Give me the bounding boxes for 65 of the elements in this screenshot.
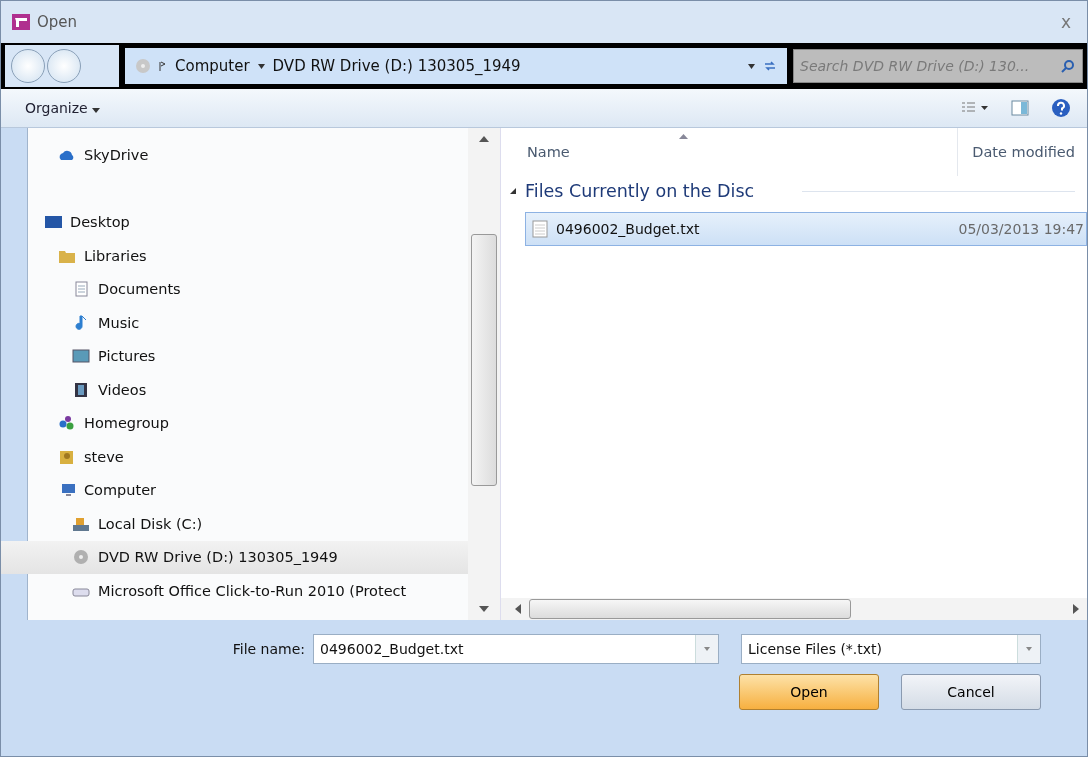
disk-icon — [72, 515, 90, 532]
group-header: Files Currently on the Disc — [525, 181, 755, 201]
breadcrumb[interactable]: Computer — [175, 57, 250, 75]
search-icon — [1061, 59, 1075, 73]
scroll-thumb[interactable] — [471, 234, 497, 486]
window-title: Open — [37, 13, 79, 31]
file-date: 05/03/2013 19:47 — [958, 221, 1085, 237]
app-icon — [11, 13, 31, 31]
nav-item[interactable]: Pictures — [1, 339, 468, 373]
caret-icon — [257, 63, 265, 69]
sort-icon — [679, 134, 688, 139]
nav-item[interactable]: Computer — [1, 473, 468, 507]
picture-icon — [72, 348, 90, 365]
caret-icon — [92, 108, 101, 113]
caret-icon — [1026, 647, 1032, 651]
open-button[interactable]: Open — [739, 674, 879, 710]
nav-item[interactable]: Homegroup — [1, 406, 468, 440]
back-button[interactable] — [11, 49, 45, 83]
collapse-icon[interactable] — [509, 187, 517, 195]
user-icon — [58, 448, 76, 465]
nav-item[interactable]: Desktop — [1, 205, 468, 239]
vertical-scrollbar[interactable] — [468, 128, 500, 620]
breadcrumb[interactable]: DVD RW Drive (D:) 130305_1949 — [272, 57, 521, 75]
homegroup-icon — [58, 415, 76, 432]
horizontal-scrollbar[interactable] — [501, 598, 1087, 620]
nav-item[interactable]: Videos — [1, 373, 468, 407]
scroll-left-icon — [515, 604, 521, 614]
nav-item[interactable]: SkyDrive — [1, 138, 468, 172]
file-name: 0496002_Budget.txt — [556, 221, 701, 237]
file-row[interactable]: 0496002_Budget.txt 05/03/2013 19:47 — [525, 212, 1087, 246]
close-button[interactable]: x — [1054, 11, 1077, 33]
video-icon — [72, 381, 90, 398]
disc-icon — [135, 58, 151, 74]
scroll-right-icon — [1073, 604, 1079, 614]
nav-item[interactable]: Documents — [1, 272, 468, 306]
file-name-label: File name: — [232, 641, 305, 657]
scroll-thumb[interactable] — [529, 599, 851, 619]
scroll-up-icon — [479, 136, 489, 142]
file-type-dropdown[interactable]: License Files (*.txt) — [741, 634, 1041, 664]
chevron-icon — [159, 60, 167, 72]
dvd-icon — [72, 549, 90, 566]
caret-icon — [704, 647, 710, 651]
desktop-icon — [44, 214, 62, 231]
column-header[interactable]: Name — [527, 144, 958, 160]
file-name-field[interactable]: 0496002_Budget.txt — [313, 634, 719, 664]
nav-item[interactable]: DVD RW Drive (D:) 130305_1949 — [1, 540, 468, 574]
nav-item[interactable]: Music — [1, 306, 468, 340]
column-header[interactable]: Date modified — [957, 128, 1087, 176]
nav-item[interactable]: Libraries — [1, 239, 468, 273]
organize-button[interactable]: Organize — [17, 100, 109, 116]
help-icon[interactable] — [1051, 98, 1071, 118]
nav-item[interactable]: steve — [1, 440, 468, 474]
search-field[interactable]: Search DVD RW Drive (D:) 130... — [793, 49, 1083, 83]
address-bar[interactable]: Computer DVD RW Drive (D:) 130305_1949 — [125, 48, 787, 84]
text-file-icon — [532, 220, 548, 238]
scroll-down-icon — [479, 606, 489, 612]
document-icon — [72, 281, 90, 298]
preview-pane-icon[interactable] — [1011, 100, 1029, 116]
view-icon[interactable] — [961, 101, 989, 115]
forward-button[interactable] — [47, 49, 81, 83]
nav-item[interactable]: Local Disk (C:) — [1, 507, 468, 541]
cancel-button[interactable]: Cancel — [901, 674, 1041, 710]
caret-icon — [748, 63, 755, 69]
nav-item[interactable]: Microsoft Office Click-to-Run 2010 (Protect — [1, 574, 468, 608]
refresh-icon[interactable] — [763, 60, 777, 72]
